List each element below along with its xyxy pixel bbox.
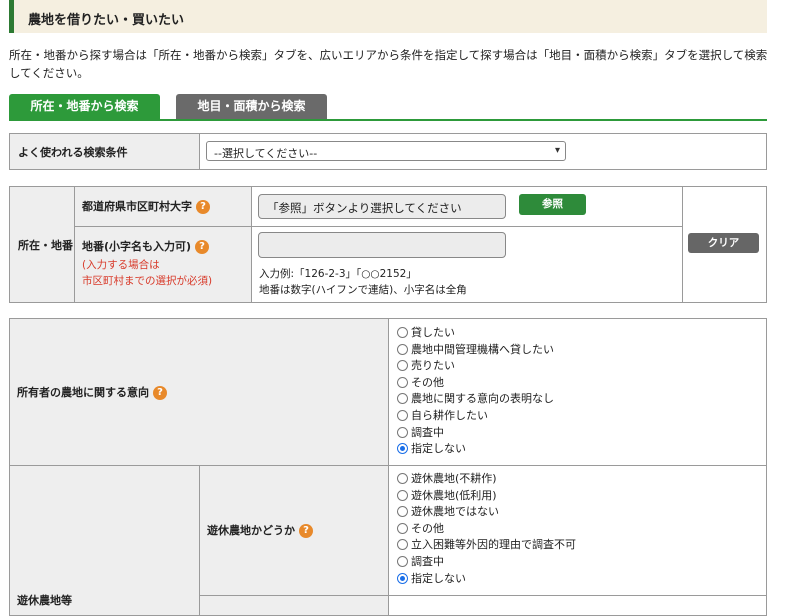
radio-button[interactable] (397, 376, 408, 388)
pref-label: 都道府県市区町村大字? (82, 198, 210, 214)
chevron-down-icon: ▾ (554, 145, 560, 156)
question-circle-icon[interactable]: ? (153, 386, 167, 400)
lot-number-input[interactable] (258, 232, 506, 258)
owner-intent-option-label: 貸したい (411, 326, 455, 339)
owner-intent-option-label: 農地に関する意向の表明なし (411, 392, 554, 406)
radio-button[interactable] (397, 473, 408, 484)
radio-button[interactable] (397, 409, 408, 421)
idle-land-label-text: 遊休農地かどうか (207, 524, 295, 537)
idle-outer-label: 遊休農地等 (17, 594, 72, 607)
radio-button[interactable] (397, 393, 408, 405)
lot-example: 入力例:「126-2-3」「○○2152」 (259, 268, 417, 280)
radio-button[interactable] (397, 572, 408, 584)
lot-hint: 地番は数字(ハイフンで連結)、小字名は全角 (259, 284, 467, 296)
lot-label-text: 地番(小字名も入力可) (82, 240, 192, 253)
tab-location-search[interactable]: 所在・地番から検索 (9, 94, 160, 119)
owner-intent-label: 所有者の農地に関する意向? (17, 384, 167, 400)
idle-land-option-label: その他 (411, 521, 444, 535)
owner-intent-option[interactable]: 農地中間管理機構へ貸したい (397, 342, 554, 359)
idle-land-label: 遊休農地かどうか? (207, 522, 313, 538)
radio-button[interactable] (397, 360, 408, 372)
question-circle-icon[interactable]: ? (299, 524, 313, 538)
owner-intent-label-text: 所有者の農地に関する意向 (17, 386, 149, 399)
idle-land-option[interactable]: 指定しない (397, 571, 576, 588)
page-header: 農地を借りたい・買いたい (9, 0, 767, 33)
idle-land-option[interactable]: 遊休農地(不耕作) (397, 471, 576, 488)
idle-land-option-label: 調査中 (411, 554, 444, 568)
owner-intent-option-label: 指定しない (411, 442, 466, 456)
browse-button[interactable]: 参照 (519, 194, 586, 215)
owner-intent-option[interactable]: 売りたい (397, 358, 554, 375)
radio-button[interactable] (397, 522, 408, 534)
intro-text: 所在・地番から探す場合は「所在・地番から検索」タブを、広いエリアから条件を指定し… (9, 48, 768, 80)
owner-intent-option-label: 自ら耕作したい (411, 408, 488, 422)
idle-land-option-label: 指定しない (411, 571, 466, 585)
common-search-selected: --選択してください-- (214, 147, 318, 160)
tab-underline (9, 119, 767, 121)
owner-intent-option[interactable]: 貸したい (397, 325, 554, 342)
idle-land-option[interactable]: 遊休農地ではない (397, 504, 576, 521)
pref-input[interactable]: 「参照」ボタンより選択してください (258, 194, 506, 219)
question-circle-icon[interactable]: ? (196, 200, 210, 214)
owner-intent-option-label: 調査中 (411, 425, 444, 439)
owner-intent-radio-group: 貸したい農地中間管理機構へ貸したい 売りたいその他農地に関する意向の表明なし 自ら耕… (397, 325, 554, 458)
idle-land-option[interactable]: 調査中 (397, 554, 576, 571)
radio-button[interactable] (397, 555, 408, 567)
location-section-label: 所在・地番 (9, 186, 75, 303)
idle-land-option-label: 遊休農地(低利用) (411, 488, 497, 502)
radio-button[interactable] (397, 327, 408, 338)
idle-land-option[interactable]: 遊休農地(低利用) (397, 488, 576, 505)
idle-land-option[interactable]: その他 (397, 521, 576, 538)
owner-intent-option[interactable]: その他 (397, 375, 554, 392)
idle-land-option[interactable]: 立入困難等外因的理由で調査不可 (397, 537, 576, 554)
pref-input-placeholder: 「参照」ボタンより選択してください (267, 201, 462, 215)
owner-intent-option[interactable]: 調査中 (397, 425, 554, 442)
radio-button[interactable] (397, 443, 408, 455)
idle-land-option-label: 遊休農地ではない (411, 505, 499, 519)
lot-note-2: 市区町村までの選択が必須) (82, 275, 213, 287)
owner-intent-option[interactable]: 農地に関する意向の表明なし (397, 391, 554, 408)
radio-button[interactable] (397, 489, 408, 501)
page-title: 農地を借りたい・買いたい (28, 13, 185, 28)
question-circle-icon[interactable]: ? (195, 240, 210, 254)
idle-land-option-label: 遊休農地(不耕作) (411, 472, 497, 485)
owner-intent-option[interactable]: 指定しない (397, 441, 554, 458)
radio-button[interactable] (397, 506, 408, 518)
idle-land-option-label: 立入困難等外因的理由で調査不可 (411, 538, 576, 552)
conditions-table (9, 318, 767, 616)
lot-note-1: (入力する場合は (82, 259, 160, 271)
radio-button[interactable] (397, 343, 408, 355)
idle-land-radio-group: 遊休農地(不耕作) 遊休農地(低利用) 遊休農地ではない その他立入困難等外因的理由で… (397, 471, 576, 587)
radio-button[interactable] (397, 539, 408, 551)
next-label-cell (199, 595, 389, 616)
pref-label-text: 都道府県市区町村大字 (82, 200, 192, 213)
common-search-label: よく使われる検索条件 (9, 133, 200, 170)
owner-intent-option-label: その他 (411, 375, 444, 389)
owner-intent-option-label: 農地中間管理機構へ貸したい (411, 342, 554, 356)
clear-button[interactable]: クリア (688, 233, 759, 253)
owner-intent-option-label: 売りたい (411, 359, 455, 373)
radio-button[interactable] (397, 426, 408, 438)
lot-label: 地番(小字名も入力可)? (82, 238, 210, 254)
common-search-select[interactable]: --選択してください-- ▾ (206, 141, 566, 161)
tab-area-search[interactable]: 地目・面積から検索 (176, 94, 327, 119)
next-options-cell (388, 595, 767, 616)
owner-intent-option[interactable]: 自ら耕作したい (397, 408, 554, 425)
